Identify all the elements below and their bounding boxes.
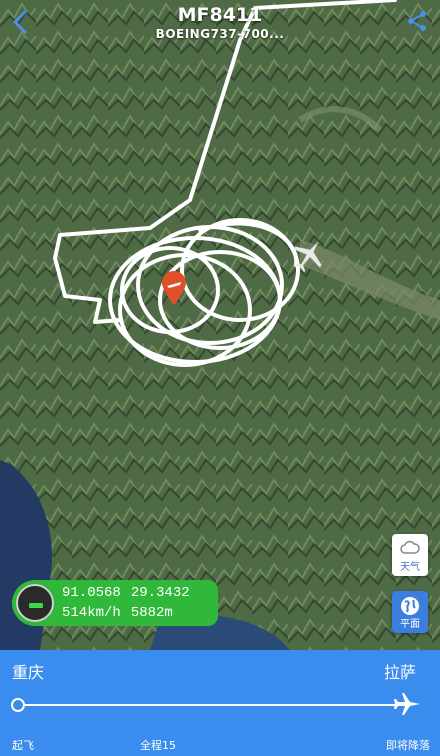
weather-label: 天气 [400,562,420,573]
origin-city: 重庆 [12,663,45,682]
share-button[interactable] [406,10,430,34]
weather-button[interactable]: 天气 [392,534,428,576]
speed-value: 514km/h [62,605,121,621]
altitude-value: 5882m [130,605,173,621]
aircraft-type: BOEING737-700... [155,27,285,41]
speed-altitude: 514km/h 5882m [62,605,183,621]
cloud-icon [400,540,420,554]
progress-track [18,704,408,706]
map-mode-button[interactable]: 平面 [392,591,428,633]
map-view[interactable] [0,0,440,650]
airport-marker-icon[interactable] [160,270,188,306]
latitude-value: 29.3432 [130,585,190,601]
flight-info-panel: 91.0568 29.3432 514km/h 5882m [12,580,218,626]
map-mode-label: 平面 [400,619,420,630]
gauge-icon [16,584,54,622]
header: MF8411 BOEING737-700... [0,0,440,50]
route-bar: 重庆 拉萨 起飞 全程15 即将降落 [0,650,440,756]
terrain-background [0,0,440,650]
longitude-value: 91.0568 [62,585,121,601]
globe-icon [401,597,419,615]
landing-status: 即将降落 [386,739,430,752]
total-duration-label: 全程15 [140,739,176,752]
destination-city: 拉萨 [383,663,416,682]
coordinates: 91.0568 29.3432 [62,585,200,601]
takeoff-label: 起飞 [12,739,34,752]
share-icon [408,11,426,31]
origin-dot [11,698,25,712]
progress-plane-icon [394,690,422,718]
flight-number: MF8411 [177,4,263,26]
